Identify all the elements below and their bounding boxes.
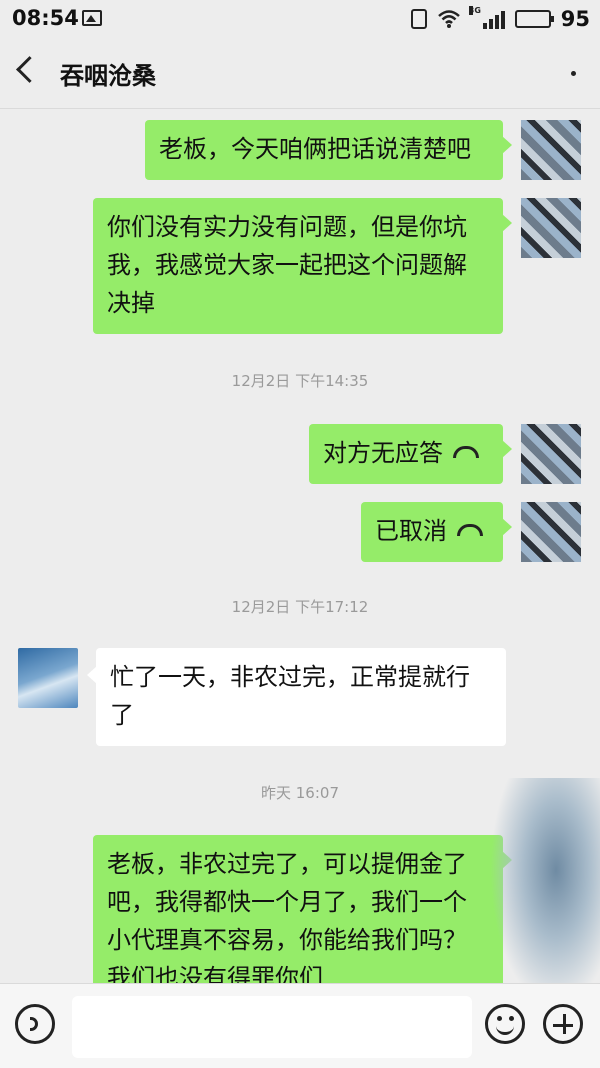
message-bubble[interactable]: 已取消 [361, 502, 512, 562]
input-bar [0, 983, 600, 1068]
more-options-icon[interactable] [571, 71, 576, 76]
vibrate-icon [410, 9, 427, 29]
message-input[interactable] [72, 996, 472, 1058]
message-bubble[interactable]: 忙了一天，非农过完，正常提就行了 [87, 648, 506, 746]
message-text: 对方无应答 [323, 439, 443, 467]
timestamp: 12月2日 下午17:12 [231, 598, 369, 616]
message-bubble[interactable]: 老板，今天咱俩把话说清楚吧 [145, 120, 512, 180]
my-avatar[interactable] [521, 424, 581, 484]
status-right: 3G 95 [410, 6, 590, 31]
message-bubble[interactable]: 你们没有实力没有问题，但是你坑我，我感觉大家一起把这个问题解决掉 [93, 198, 512, 334]
message-text: 忙了一天，非农过完，正常提就行了 [110, 663, 470, 729]
wifi-icon [437, 10, 460, 28]
message-text: 已取消 [375, 517, 447, 545]
chat-area[interactable]: 老板，今天咱俩把话说清楚吧 你们没有实力没有问题，但是你坑我，我感觉大家一起把这… [0, 108, 600, 983]
plus-icon[interactable] [543, 1004, 583, 1044]
message-text: 老板，非农过完了，可以提佣金了吧，我得都快一个月了，我们一个小代理真不容易，你能… [107, 850, 467, 983]
battery-level: 95 [560, 7, 590, 31]
network-type: 3G [468, 6, 481, 15]
battery-icon [514, 10, 554, 28]
signal-icon: 3G [468, 6, 505, 29]
voice-input-icon[interactable] [15, 1004, 55, 1044]
message-bubble[interactable]: 老板，非农过完了，可以提佣金了吧，我得都快一个月了，我们一个小代理真不容易，你能… [93, 835, 512, 983]
image-notification-icon [82, 10, 102, 26]
title-bar: 吞咽沧桑 [0, 38, 600, 109]
my-avatar[interactable] [521, 198, 581, 258]
contact-avatar[interactable] [18, 648, 78, 708]
my-avatar[interactable] [521, 120, 581, 180]
chat-title: 吞咽沧桑 [60, 62, 156, 90]
status-time: 08:54 [12, 6, 79, 30]
my-avatar[interactable] [521, 502, 581, 562]
phone-hangup-icon [457, 524, 483, 536]
message-bubble[interactable]: 对方无应答 [309, 424, 512, 484]
blurred-avatar [490, 778, 600, 983]
timestamp: 12月2日 下午14:35 [231, 372, 369, 390]
back-arrow-icon[interactable] [16, 56, 43, 83]
status-bar: 08:54 3G 95 [0, 0, 600, 38]
message-text: 老板，今天咱俩把话说清楚吧 [159, 135, 471, 163]
message-text: 你们没有实力没有问题，但是你坑我，我感觉大家一起把这个问题解决掉 [107, 213, 467, 317]
emoji-icon[interactable] [485, 1004, 525, 1044]
phone-hangup-icon [453, 446, 479, 458]
